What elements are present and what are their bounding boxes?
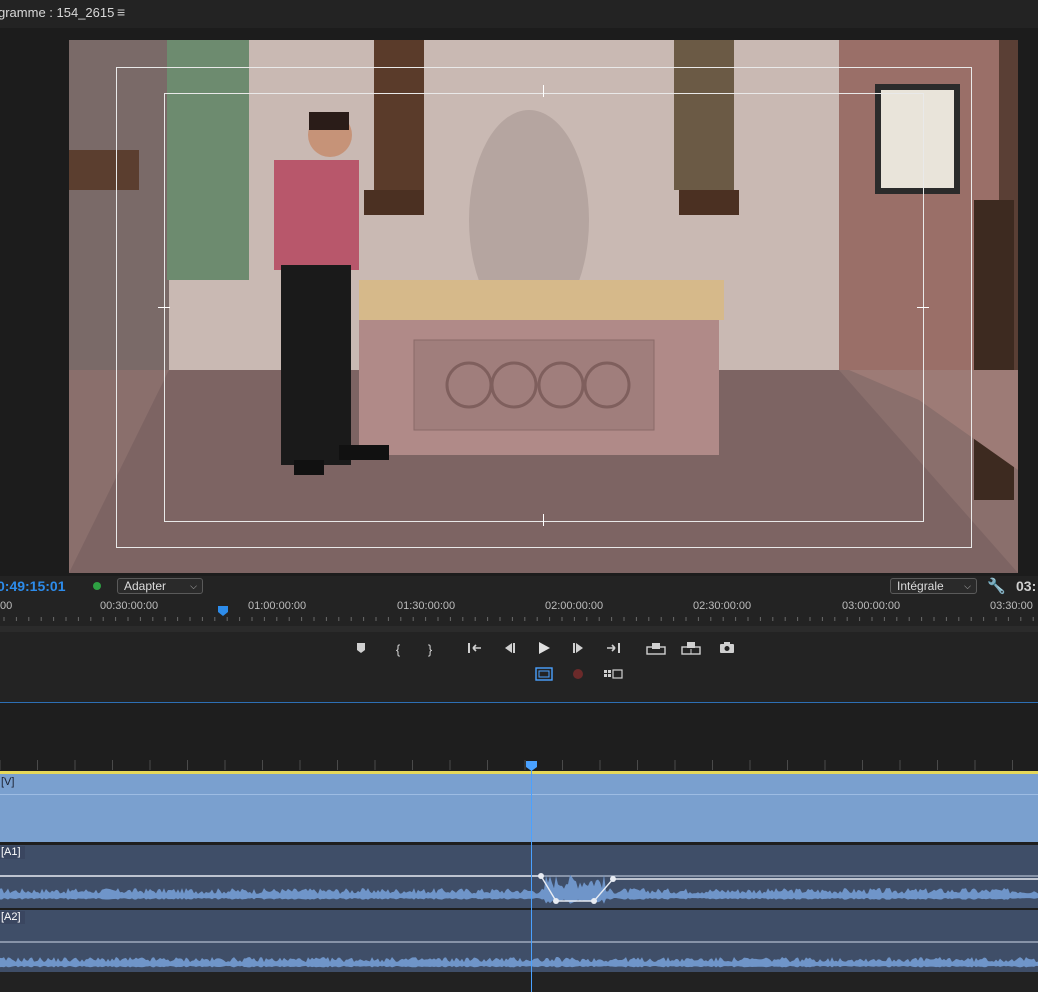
zoom-level-select[interactable]: Adapter ⌵	[117, 578, 203, 594]
audio-track-a2[interactable]	[0, 910, 1038, 972]
play-icon[interactable]	[534, 641, 554, 659]
audio-waveform-a2	[0, 941, 1038, 968]
video-preview[interactable]	[69, 40, 1018, 573]
panel-header	[0, 0, 1038, 28]
ruler-label: 01:00:00:00	[248, 600, 307, 612]
mark-out-icon[interactable]: }	[420, 641, 440, 659]
chevron-down-icon: ⌵	[964, 581, 971, 591]
title-safe-guide	[164, 93, 924, 522]
playhead-timecode[interactable]: 0:49:15:01	[0, 578, 66, 594]
timeline-playhead-icon[interactable]	[526, 761, 537, 771]
panel-title: gramme : 154_2615	[0, 5, 115, 20]
go-to-in-icon[interactable]	[465, 641, 485, 659]
ruler-label: 03:30:00	[990, 600, 1033, 612]
safe-margins-icon[interactable]	[534, 667, 554, 685]
record-icon[interactable]	[568, 667, 588, 685]
go-to-out-icon[interactable]	[603, 641, 623, 659]
step-back-icon[interactable]	[499, 641, 519, 659]
video-clip[interactable]	[0, 794, 1038, 841]
guide-tick-bottom	[543, 514, 544, 526]
ruler-label: 00:30:00:00	[100, 600, 159, 612]
timeline-ruler-ticks	[0, 760, 1013, 770]
duration-timecode: 03:	[1016, 578, 1037, 594]
ruler-label: 01:30:00:00	[397, 600, 456, 612]
timeline-playhead-line[interactable]	[531, 762, 532, 992]
track-label-a2: [A2]	[0, 911, 25, 924]
ruler-label: 02:00:00:00	[545, 600, 604, 612]
export-frame-icon[interactable]	[717, 641, 737, 659]
ruler-label: 02:30:00:00	[693, 600, 752, 612]
ruler-ticks	[3, 617, 1034, 621]
mark-in-icon[interactable]: {	[388, 641, 408, 659]
guide-tick-left	[158, 307, 170, 308]
status-dot	[93, 582, 101, 590]
ruler-label: 00	[0, 600, 13, 612]
playback-resolution-select[interactable]: Intégrale ⌵	[890, 578, 977, 594]
audio-track-a1[interactable]	[0, 845, 1038, 908]
extract-icon[interactable]	[681, 641, 701, 659]
lift-icon[interactable]	[646, 641, 666, 659]
track-label-a1: [A1]	[0, 846, 25, 859]
multi-camera-icon[interactable]	[603, 667, 623, 685]
playback-resolution-value: Intégrale	[897, 579, 944, 593]
zoom-level-value: Adapter	[124, 579, 167, 593]
guide-tick-right	[917, 307, 929, 308]
track-label-v: [V]	[1, 776, 15, 788]
hamburger-menu-icon[interactable]: ≡	[117, 4, 125, 20]
chevron-down-icon: ⌵	[190, 581, 197, 591]
settings-wrench-icon[interactable]: 🔧	[987, 577, 1006, 595]
playhead-marker-icon[interactable]	[218, 606, 228, 616]
ruler-label: 03:00:00:00	[842, 600, 901, 612]
step-forward-icon[interactable]	[569, 641, 589, 659]
add-marker-icon[interactable]	[351, 641, 371, 659]
audio-waveform-a1	[0, 873, 1038, 904]
timeline-bottom	[0, 972, 1038, 992]
guide-tick-top	[543, 85, 544, 97]
transport-controls: { }	[0, 632, 1038, 700]
